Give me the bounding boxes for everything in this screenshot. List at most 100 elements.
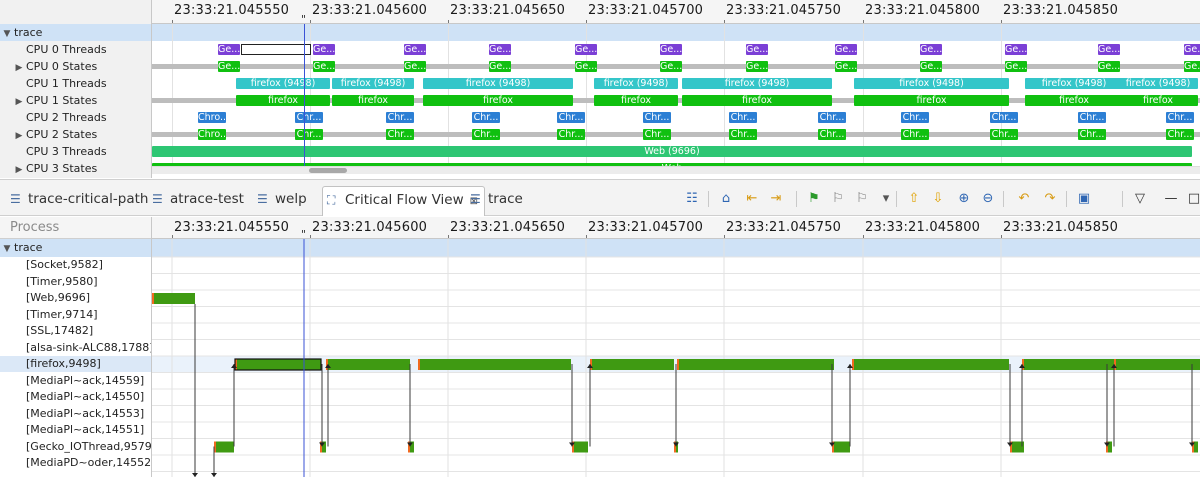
process-column-header[interactable]: Process [0,217,151,239]
firefox-thread-block[interactable]: firefox (9498) [682,78,832,89]
tree-row[interactable]: ▶ CPU 0 States [0,58,151,75]
firefox-state-block[interactable]: firefox [236,95,330,106]
firefox-state-block[interactable]: firefox [332,95,414,106]
firefox-thread-block[interactable]: firefox (9498) [236,78,330,89]
expand-arrow-icon[interactable]: ▶ [12,162,26,177]
ge-thread-block[interactable]: Ge... [1184,44,1200,55]
chrome-state-block[interactable]: Chr... [643,129,671,140]
filter-dropdown-icon[interactable]: ▾ [877,190,895,208]
chrome-state-block[interactable]: Chro... [198,129,226,140]
time-cursor-marker[interactable]: " [301,13,306,23]
ge-thread-block[interactable]: Ge... [746,44,768,55]
process-row[interactable]: [firefox,9498] [0,356,151,372]
expand-arrow-icon[interactable]: ▶ [12,60,26,75]
previous-bookmark-icon[interactable]: ⚐ [829,190,847,208]
minimize-icon[interactable]: — [1162,190,1180,208]
process-row[interactable]: [alsa-sink-ALC88,1788] [0,340,151,356]
chrome-thread-block[interactable]: Chr... [901,112,929,123]
zoom-in-icon[interactable]: ⊕ [955,190,973,208]
process-row[interactable]: [MediaPD~oder,14552] [0,455,151,471]
tab-atrace-test[interactable]: ☰ atrace-test [148,186,244,216]
maximize-icon[interactable]: □ [1185,190,1200,208]
process-row[interactable]: [Timer,9714] [0,307,151,323]
tree-row[interactable]: ▶ CPU 2 States [0,126,151,143]
previous-event-icon[interactable]: ↶ [1015,190,1033,208]
firefox-thread-block[interactable]: firefox (9498) [854,78,1009,89]
collapse-arrow-icon[interactable]: ▼ [0,240,14,257]
pin-icon[interactable]: ▣ [1075,190,1093,208]
add-bookmark-icon[interactable]: ⚑ [805,190,823,208]
ge-thread-block[interactable]: Ge... [920,44,942,55]
firefox-thread-block[interactable]: firefox (9498) [1025,78,1123,89]
ge-thread-block[interactable]: Ge... [489,44,511,55]
process-row[interactable]: [Web,9696] [0,290,151,306]
resources-lanes[interactable]: Ge... Ge... Ge... Ge... Ge... Ge... Ge... Ge...… [152,24,1200,166]
view-menu-icon[interactable]: ▽ [1131,190,1149,208]
chrome-thread-block[interactable]: Chr... [557,112,585,123]
process-row[interactable]: [MediaPl~ack,14559] [0,373,151,389]
time-ruler[interactable]: 23:33:21.045550 23:33:21.045600 23:33:21.0… [152,0,1200,24]
tab-welp[interactable]: ☰ welp [253,186,307,216]
firefox-state-block[interactable]: firefox [682,95,832,106]
firefox-thread-block[interactable]: firefox (9498) [332,78,414,89]
ge-state-block[interactable]: Ge... [218,61,240,72]
chrome-thread-block[interactable]: Chr... [472,112,500,123]
critical-flow-lanes[interactable] [152,239,1200,477]
critical-flow-graph[interactable] [152,239,1200,477]
ge-state-block[interactable]: Ge... [835,61,857,72]
ge-thread-block[interactable]: Ge... [835,44,857,55]
ge-state-block[interactable]: Ge... [920,61,942,72]
process-row[interactable]: [Timer,9580] [0,274,151,290]
chrome-state-block[interactable]: Chr... [557,129,585,140]
process-row[interactable]: [MediaPl~ack,14551] [0,422,151,438]
tab-trace-critical-path[interactable]: ☰ trace-critical-path [6,186,149,216]
horizontal-scrollbar[interactable] [152,166,1200,174]
tree-root-trace[interactable]: ▼ trace [0,24,151,41]
tree-row[interactable]: CPU 3 Threads [0,143,151,160]
scrollbar-thumb[interactable] [309,168,347,173]
ge-thread-block[interactable]: Ge... [1005,44,1027,55]
chrome-state-block[interactable]: Chr... [1166,129,1194,140]
ge-state-block[interactable]: Ge... [660,61,682,72]
ge-thread-block[interactable]: Ge... [313,44,335,55]
tree-row[interactable]: ▶ CPU 1 States [0,92,151,109]
firefox-state-block[interactable]: firefox [1118,95,1198,106]
ge-thread-block[interactable]: Ge... [404,44,426,55]
home-icon[interactable]: ⌂ [717,190,735,208]
collapse-arrow-icon[interactable]: ▼ [0,26,14,41]
firefox-state-block[interactable]: firefox [423,95,573,106]
ge-thread-block[interactable]: Ge... [218,44,240,55]
chrome-state-block[interactable]: Chr... [990,129,1018,140]
tree-row[interactable]: ▶ CPU 3 States [0,160,151,177]
chrome-thread-block[interactable]: Chr... [818,112,846,123]
chrome-state-block[interactable]: Chr... [901,129,929,140]
web-thread-block[interactable]: Web (9696) [152,146,1192,157]
chrome-thread-block[interactable]: Chr... [1078,112,1106,123]
chrome-thread-block[interactable]: Chr... [643,112,671,123]
ge-state-block[interactable]: Ge... [746,61,768,72]
process-row[interactable]: [SSL,17482] [0,323,151,339]
chrome-thread-block[interactable]: Chr... [295,112,323,123]
firefox-thread-block[interactable]: firefox (9498) [423,78,573,89]
chrome-state-block[interactable]: Chr... [1078,129,1106,140]
ge-thread-block[interactable]: Ge... [575,44,597,55]
next-event-icon[interactable]: ↷ [1041,190,1059,208]
tab-critical-flow-view[interactable]: ⛶ Critical Flow View ⊠ [322,186,486,216]
firefox-thread-block[interactable]: firefox (9498) [594,78,678,89]
chrome-thread-block[interactable]: Chr... [990,112,1018,123]
chrome-state-block[interactable]: Chr... [295,129,323,140]
selected-range-box[interactable] [241,44,311,55]
legend-icon[interactable]: ☷ [683,190,701,208]
chrome-thread-block[interactable]: Chro... [198,112,226,123]
tab-trace[interactable]: ☰ trace [466,186,523,216]
process-row[interactable]: [Socket,9582] [0,257,151,273]
next-bookmark-icon[interactable]: ⚐ [853,190,871,208]
time-cursor-marker[interactable]: " [301,228,306,238]
process-row[interactable]: [Gecko_IOThread,9579] [0,439,151,455]
ge-thread-block[interactable]: Ge... [660,44,682,55]
cf-time-ruler[interactable]: 23:33:21.045550 23:33:21.045600 23:33:21.0… [152,217,1200,239]
firefox-state-block[interactable]: firefox [1025,95,1123,106]
chrome-thread-block[interactable]: Chr... [729,112,757,123]
chrome-thread-block[interactable]: Chr... [386,112,414,123]
ge-thread-block[interactable]: Ge... [1098,44,1120,55]
